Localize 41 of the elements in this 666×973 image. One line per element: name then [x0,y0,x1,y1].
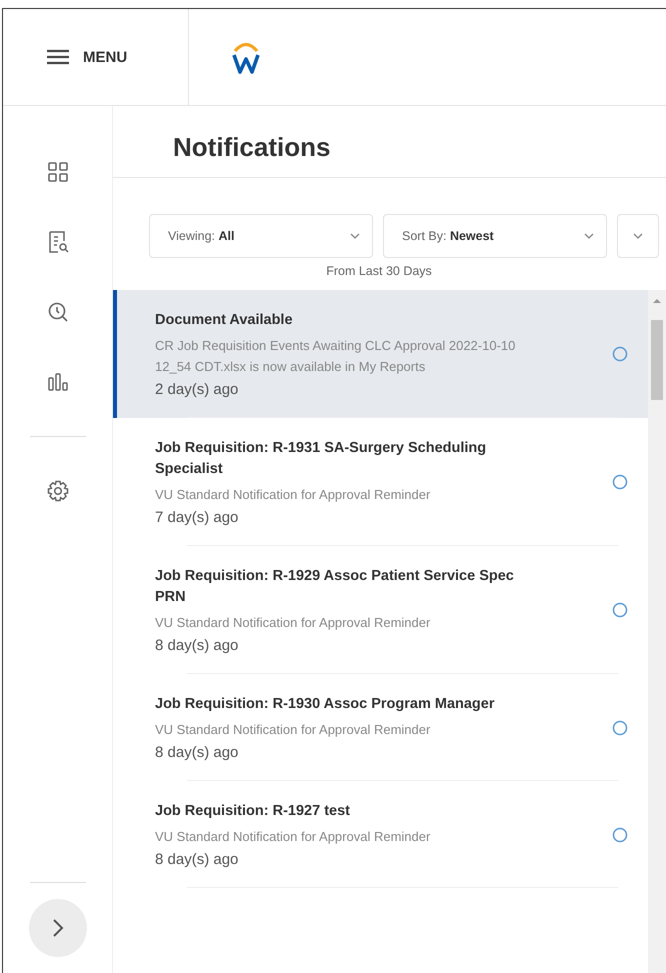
filter-note: From Last 30 Days [325,263,433,280]
notification-message: VU Standard Notification for Approval Reminder [155,486,432,504]
notification-title: Job Requisition: R-1929 Assoc Patient Service Spec PRN [155,567,515,607]
scrollbar-thumb[interactable] [651,320,663,400]
scroll-up-icon[interactable] [652,298,662,304]
chevron-right-icon [50,917,64,939]
notification-title: Document Available [155,311,294,330]
settings-icon [46,480,68,502]
filter-dropdown[interactable]: Sort By: Newest [383,214,607,258]
notification-title: Job Requisition: R-1931 SA-Surgery Scheduling Specialist [155,439,488,479]
notification-message: CR Job Requisition Events Awaiting CLC Approval 2022-10-10 12_54 CDT.xlsx is now available in My Reports [155,337,516,376]
notification-item[interactable]: Job Requisition: R-1927 test VU Standard Notification for Approval Reminder 8 day(s) ago [113,781,648,888]
notification-message: VU Standard Notification for Approval Reminder [155,614,432,632]
menu-button[interactable]: MENU [3,9,189,105]
notification-message: VU Standard Notification for Approval Reminder [155,828,432,846]
search-icon [46,301,68,323]
unread-indicator-icon[interactable] [612,602,628,618]
notification-item[interactable]: Job Requisition: R-1930 Assoc Program Manager VU Standard Notification for Approval Reminder 8 day(s) ago [113,674,648,781]
unread-indicator-icon[interactable] [612,474,628,490]
notification-age: 8 day(s) ago [155,637,240,654]
notification-message: VU Standard Notification for Approval Reminder [155,721,432,739]
notification-age: 7 day(s) ago [155,509,240,526]
notification-item[interactable]: Job Requisition: R-1929 Assoc Patient Service Spec PRN VU Standard Notification for Approval Reminder 8 day(s) ago [113,546,648,674]
unread-indicator-icon[interactable] [612,720,628,736]
logo-icon[interactable] [231,40,261,74]
unread-indicator-icon[interactable] [612,826,628,842]
page-title: Notifications [113,106,666,178]
bar-chart-icon [46,372,68,392]
menu-icon [47,49,69,65]
filter-dropdown[interactable]: Viewing: All [149,214,373,258]
document-search-icon [46,230,68,254]
notification-item[interactable]: Job Requisition: R-1931 SA-Surgery Scheduling Specialist VU Standard Notification for Approval Reminder 7 day(s) ago [113,418,648,546]
notification-title: Job Requisition: R-1930 Assoc Program Manager [155,695,496,714]
scrollbar[interactable] [648,290,666,973]
notification-age: 8 day(s) ago [155,744,240,761]
notification-title: Job Requisition: R-1927 test [155,802,351,821]
notification-age: 8 day(s) ago [155,851,240,868]
grid-icon [46,161,68,183]
notification-age: 2 day(s) ago [155,381,240,398]
notification-item[interactable]: Document Available CR Job Requisition Events Awaiting CLC Approval 2022-10-10 12_54 CDT.xlsx is now available in My Reports 2 day(s) ago [113,290,648,418]
unread-indicator-icon[interactable] [612,346,628,362]
